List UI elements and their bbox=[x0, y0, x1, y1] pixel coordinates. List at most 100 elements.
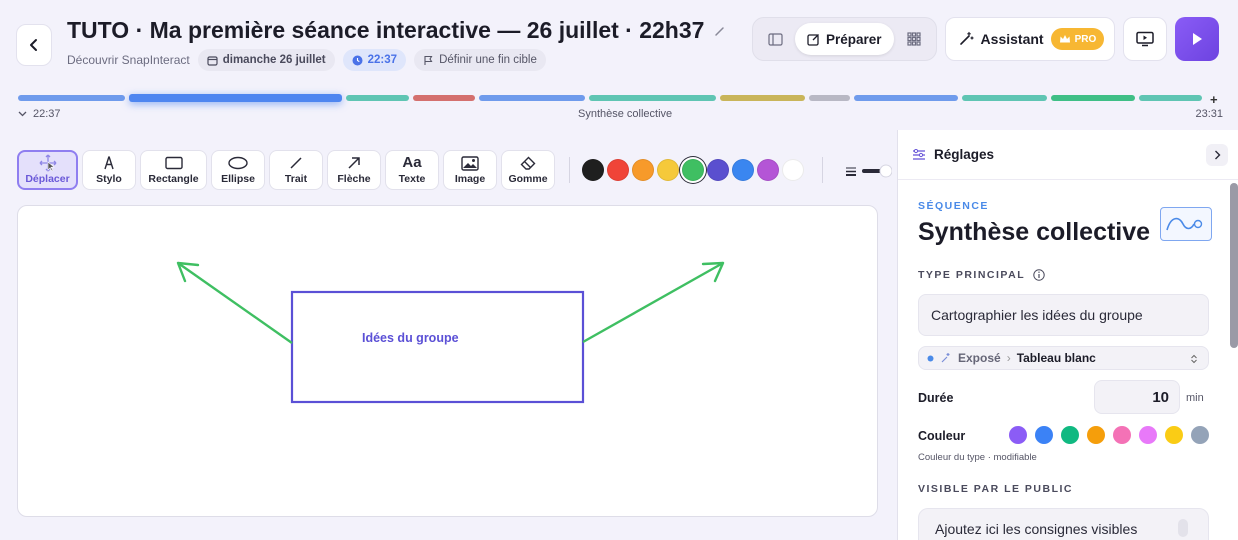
palette-swatch[interactable] bbox=[707, 159, 729, 181]
page-title-row: TUTO · Ma première séance interactive — … bbox=[67, 17, 726, 44]
prepare-label: Préparer bbox=[826, 31, 882, 47]
timeline-segment[interactable] bbox=[413, 95, 475, 101]
sequence-label: SÉQUENCE bbox=[918, 200, 989, 212]
view-grid-button[interactable] bbox=[900, 24, 928, 54]
timeline-add-button[interactable]: + bbox=[1210, 92, 1218, 107]
end-target-chip[interactable]: Définir une fin cible bbox=[414, 49, 546, 71]
tool-arrow[interactable]: Flèche bbox=[327, 150, 381, 190]
palette-swatch[interactable] bbox=[757, 159, 779, 181]
type-color-option[interactable] bbox=[1113, 426, 1131, 444]
tool-pen[interactable]: Stylo bbox=[82, 150, 136, 190]
timeline-segment[interactable] bbox=[720, 95, 805, 101]
type-color-option[interactable] bbox=[1165, 426, 1183, 444]
status-dot-icon bbox=[927, 355, 934, 361]
play-button[interactable] bbox=[1175, 17, 1220, 61]
timeline-end-time: 23:31 bbox=[1195, 108, 1223, 120]
tool-image[interactable]: Image bbox=[443, 150, 497, 190]
timeline-segment[interactable] bbox=[1051, 95, 1135, 101]
arrow-icon bbox=[347, 155, 361, 171]
activity-type-select[interactable]: Exposé › Tableau blanc bbox=[918, 346, 1209, 370]
panel-header: Réglages bbox=[898, 130, 1238, 180]
timeline-segment[interactable] bbox=[346, 95, 409, 101]
type-color-option[interactable] bbox=[1191, 426, 1209, 444]
tool-ellipse[interactable]: Ellipse bbox=[211, 150, 265, 190]
palette-swatch[interactable] bbox=[607, 159, 629, 181]
tool-label: Déplacer bbox=[25, 173, 70, 185]
timeline-start-time: 22:37 bbox=[33, 108, 61, 120]
crown-icon bbox=[1059, 35, 1070, 43]
timeline-segment[interactable] bbox=[18, 95, 125, 101]
clock-icon bbox=[352, 55, 363, 65]
type-color-option[interactable] bbox=[1035, 426, 1053, 444]
calendar-icon bbox=[207, 55, 218, 66]
tool-rectangle[interactable]: Rectangle bbox=[140, 150, 207, 190]
view-mode-switch: Préparer bbox=[752, 17, 937, 61]
timeline-start[interactable]: 22:37 bbox=[18, 108, 61, 120]
palette-swatch[interactable] bbox=[782, 159, 804, 181]
tool-label: Texte bbox=[398, 173, 426, 185]
whiteboard-canvas[interactable]: Idées du groupe bbox=[17, 205, 878, 517]
timeline-segment[interactable] bbox=[589, 95, 716, 101]
panel-title: Réglages bbox=[934, 147, 995, 162]
prepare-tab[interactable]: Préparer bbox=[795, 23, 894, 55]
timeline-current-label: Synthèse collective bbox=[578, 108, 673, 120]
timeline-labels: 22:37 Synthèse collective 23:31 bbox=[18, 108, 1223, 122]
header-toolbar: Préparer Assistant PRO bbox=[752, 17, 1220, 62]
chevron-left-icon bbox=[30, 39, 37, 51]
duration-input[interactable]: 10 bbox=[1094, 380, 1180, 414]
tool-line[interactable]: Trait bbox=[269, 150, 323, 190]
timeline-segment[interactable] bbox=[1139, 95, 1202, 101]
panel-scrollbar[interactable] bbox=[1230, 183, 1238, 348]
panel-collapse-button[interactable] bbox=[1206, 144, 1228, 166]
palette-swatch[interactable] bbox=[657, 159, 679, 181]
palette-swatch[interactable] bbox=[582, 159, 604, 181]
view-list-button[interactable] bbox=[761, 24, 789, 54]
canvas-text-label[interactable]: Idées du groupe bbox=[362, 331, 459, 345]
text-icon: Aa bbox=[402, 154, 422, 171]
field-scroll-handle[interactable] bbox=[1178, 519, 1188, 537]
timeline-segment[interactable] bbox=[854, 95, 958, 101]
tool-label: Ellipse bbox=[221, 173, 255, 185]
timeline-bar[interactable] bbox=[18, 94, 1204, 103]
present-screen-button[interactable] bbox=[1123, 17, 1168, 61]
toolbar-divider bbox=[822, 157, 823, 183]
edit-pencil-icon[interactable] bbox=[714, 25, 726, 37]
assistant-label: Assistant bbox=[980, 31, 1044, 47]
tool-eraser[interactable]: Gomme bbox=[501, 150, 555, 190]
time-chip[interactable]: 22:37 bbox=[342, 49, 407, 71]
wave-icon bbox=[1166, 217, 1203, 231]
ellipse-icon bbox=[228, 155, 248, 171]
type-color-option[interactable] bbox=[1139, 426, 1157, 444]
timeline-segment[interactable] bbox=[479, 95, 585, 101]
palette-swatch[interactable] bbox=[732, 159, 754, 181]
duration-value: 10 bbox=[1152, 388, 1169, 406]
duration-label: Durée bbox=[918, 391, 954, 405]
tool-move[interactable]: Déplacer bbox=[17, 150, 78, 190]
canvas-rectangle-shape[interactable] bbox=[290, 290, 585, 404]
date-chip[interactable]: dimanche 26 juillet bbox=[197, 49, 335, 71]
info-icon[interactable] bbox=[1033, 269, 1045, 281]
visible-instructions-field[interactable]: Ajoutez ici les consignes visibles bbox=[918, 508, 1209, 540]
presentation-icon bbox=[941, 353, 950, 363]
canvas-arrow-right[interactable] bbox=[582, 261, 725, 344]
type-color-option[interactable] bbox=[1087, 426, 1105, 444]
tool-text[interactable]: Aa Texte bbox=[385, 150, 439, 190]
type-label: TYPE PRINCIPAL bbox=[918, 269, 1045, 281]
tool-label: Gomme bbox=[508, 173, 548, 185]
timeline-segment[interactable] bbox=[809, 95, 850, 101]
sequence-thumbnail[interactable] bbox=[1160, 207, 1212, 241]
palette-swatch[interactable] bbox=[632, 159, 654, 181]
type-color-option[interactable] bbox=[1009, 426, 1027, 444]
type-value-field[interactable]: Cartographier les idées du groupe bbox=[918, 294, 1209, 336]
stroke-slider[interactable] bbox=[862, 164, 892, 178]
stroke-width-control[interactable] bbox=[845, 164, 892, 178]
palette-swatch[interactable] bbox=[682, 159, 704, 181]
timeline-segment[interactable] bbox=[962, 95, 1047, 101]
activity-type-parent: Exposé bbox=[958, 351, 1001, 365]
assistant-button[interactable]: Assistant PRO bbox=[944, 17, 1116, 61]
type-color-option[interactable] bbox=[1061, 426, 1079, 444]
back-button[interactable] bbox=[16, 24, 52, 66]
timeline-segment-current[interactable] bbox=[129, 94, 342, 102]
canvas-arrow-left[interactable] bbox=[176, 261, 293, 344]
tool-label: Stylo bbox=[96, 173, 122, 185]
